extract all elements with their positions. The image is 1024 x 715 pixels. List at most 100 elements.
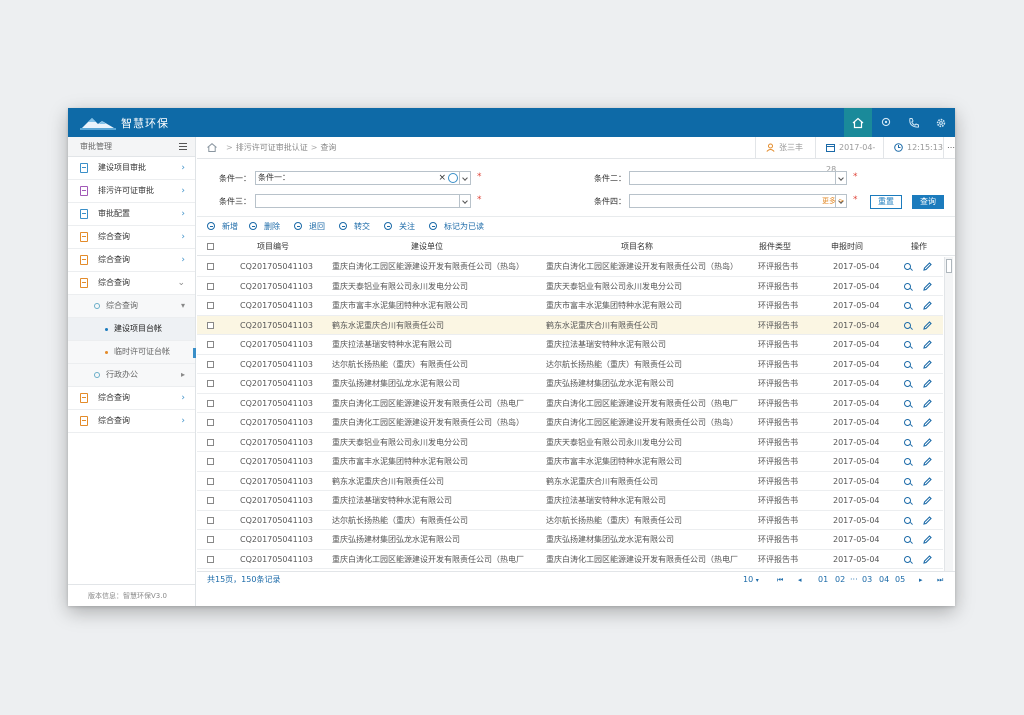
clear-icon[interactable]: × [438,172,446,184]
reset-button[interactable]: 重置 [870,195,902,209]
table-row[interactable]: CQ201705041103 重庆市富丰水泥集团特种水泥有限公司 重庆市富丰水泥集团… [197,296,943,316]
col-header-name[interactable]: 项目名称 [537,238,737,256]
search-icon[interactable] [904,497,911,504]
search-icon[interactable] [904,458,911,465]
filter-select-2[interactable] [629,171,847,185]
col-header-date[interactable]: 申报时间 [817,238,877,256]
search-icon[interactable] [904,380,911,387]
row-checkbox[interactable] [207,380,214,387]
edit-icon[interactable] [923,457,932,466]
sidebar-item-permit-approval[interactable]: 排污许可证审批 › [68,180,195,203]
edit-icon[interactable] [923,262,932,271]
row-checkbox[interactable] [207,458,214,465]
location-nav-button[interactable] [872,108,900,137]
edit-icon[interactable] [923,320,932,330]
query-button[interactable]: 查询 [912,195,944,209]
table-row[interactable]: CQ201705041103 重庆拉法基瑞安特种水泥有限公司 重庆拉法基瑞安特种水泥… [197,335,943,355]
page-link[interactable]: 05 [895,572,905,588]
delete-button[interactable]: 删除 [249,217,280,237]
table-row[interactable]: CQ201705041103 重庆白涛化工园区能源建设开发有限责任公司（热电厂 重庆… [197,394,943,413]
edit-icon[interactable] [923,535,932,544]
col-header-type[interactable]: 报件类型 [750,238,800,256]
user-info[interactable]: 张三丰 [755,137,815,159]
edit-icon[interactable] [923,301,932,310]
sidebar-subitem-project-ledger[interactable]: 建设项目台帐 [68,318,195,341]
row-checkbox[interactable] [207,438,214,446]
col-header-code[interactable]: 项目编号 [237,238,309,256]
search-icon[interactable] [904,263,911,270]
edit-icon[interactable] [923,359,932,369]
table-row[interactable]: CQ201705041103 达尔航长扬热能（重庆）有限责任公司 达尔航长扬热能（重… [197,355,943,374]
table-row[interactable]: CQ201705041103 重庆天泰铝业有限公司永川发电分公司 重庆天泰铝业有限公… [197,433,943,452]
sidebar-subgroup-office[interactable]: 行政办公 ▸ [68,364,195,387]
scrollbar-thumb[interactable] [946,259,952,273]
edit-icon[interactable] [923,398,932,408]
row-checkbox[interactable] [207,399,214,407]
sidebar-item-query[interactable]: 综合查询 › [68,410,195,433]
table-row[interactable]: CQ201705041103 重庆白涛化工园区能源建设开发有限责任公司（热电厂 重庆… [197,550,943,569]
edit-icon[interactable] [923,437,932,447]
table-row[interactable]: CQ201705041103 重庆天泰铝业有限公司永川发电分公司 重庆天泰铝业有限公… [197,277,943,296]
prev-page-icon[interactable]: ◂ [798,572,802,588]
phone-nav-button[interactable] [900,108,928,137]
home-icon[interactable] [207,143,217,152]
table-row[interactable]: CQ201705041103 鹤东水泥重庆合川有限责任公司 鹤东水泥重庆合川有限责任… [197,472,943,491]
table-row[interactable]: CQ201705041103 鹤东水泥重庆合川有限责任公司 鹤东水泥重庆合川有限责任… [197,315,943,335]
vertical-scrollbar[interactable] [944,257,953,571]
breadcrumb-item[interactable]: 排污许可证审批认证 [236,143,308,152]
sidebar-item-query[interactable]: 综合查询 › [68,249,195,272]
last-page-icon[interactable]: ⏭ [937,572,943,588]
search-icon[interactable] [904,555,911,563]
chevron-down-icon[interactable] [835,172,846,184]
transfer-button[interactable]: 转交 [339,217,370,237]
sidebar-item-query[interactable]: 综合查询 › [68,226,195,249]
page-link[interactable]: 01 [818,572,828,588]
row-checkbox[interactable] [207,555,214,563]
table-row[interactable]: CQ201705041103 重庆白涛化工园区能源建设开发有限责任公司（热岛） 重庆… [197,257,943,277]
search-icon[interactable] [904,321,911,329]
row-checkbox[interactable] [207,536,214,543]
more-filters-link[interactable]: 更多 > [822,196,844,206]
edit-icon[interactable] [923,418,932,427]
follow-button[interactable]: 关注 [384,217,415,237]
page-size-select[interactable]: 10 ▾ [743,572,759,589]
search-icon[interactable] [904,516,911,524]
sidebar-item-approval-config[interactable]: 审批配置 › [68,203,195,226]
edit-icon[interactable] [923,476,932,486]
table-row[interactable]: CQ201705041103 重庆弘扬建材集团弘龙水泥有限公司 重庆弘扬建材集团弘龙… [197,530,943,550]
select-all-checkbox[interactable] [207,243,214,250]
edit-icon[interactable] [923,379,932,388]
menu-toggle-icon[interactable] [179,143,187,150]
row-checkbox[interactable] [207,477,214,485]
sidebar-collapse-handle[interactable] [193,348,196,358]
table-row[interactable]: CQ201705041103 重庆白涛化工园区能源建设开发有限责任公司（热岛） 重庆… [197,413,943,433]
edit-icon[interactable] [923,515,932,525]
edit-icon[interactable] [923,340,932,349]
search-icon[interactable] [904,360,911,368]
search-icon[interactable] [904,438,911,446]
sidebar-item-query-expanded[interactable]: 综合查询 ⌄ [68,272,195,295]
row-checkbox[interactable] [207,360,214,368]
table-row[interactable]: CQ201705041103 重庆市富丰水泥集团特种水泥有限公司 重庆市富丰水泥集团… [197,452,943,472]
add-button[interactable]: 新增 [207,217,238,237]
sidebar-subitem-temp-permit-ledger[interactable]: 临时许可证台帐 [68,341,195,364]
row-checkbox[interactable] [207,302,214,309]
row-checkbox[interactable] [207,341,214,348]
edit-icon[interactable] [923,496,932,505]
page-link[interactable]: 04 [879,572,889,588]
search-icon[interactable] [904,302,911,309]
home-nav-button[interactable] [844,108,872,137]
sidebar-item-query[interactable]: 综合查询 › [68,387,195,410]
sidebar-subgroup-query[interactable]: 综合查询 ▾ [68,295,195,318]
chevron-down-icon[interactable] [459,195,470,207]
chevron-down-icon[interactable] [459,172,470,184]
settings-nav-button[interactable] [927,108,955,137]
search-icon[interactable] [904,419,911,426]
row-checkbox[interactable] [207,497,214,504]
row-checkbox[interactable] [207,263,214,270]
row-checkbox[interactable] [207,516,214,524]
filter-select-3[interactable] [255,194,471,208]
filter-select-4[interactable] [629,194,847,208]
search-icon[interactable] [904,341,911,348]
search-icon[interactable] [904,282,911,290]
